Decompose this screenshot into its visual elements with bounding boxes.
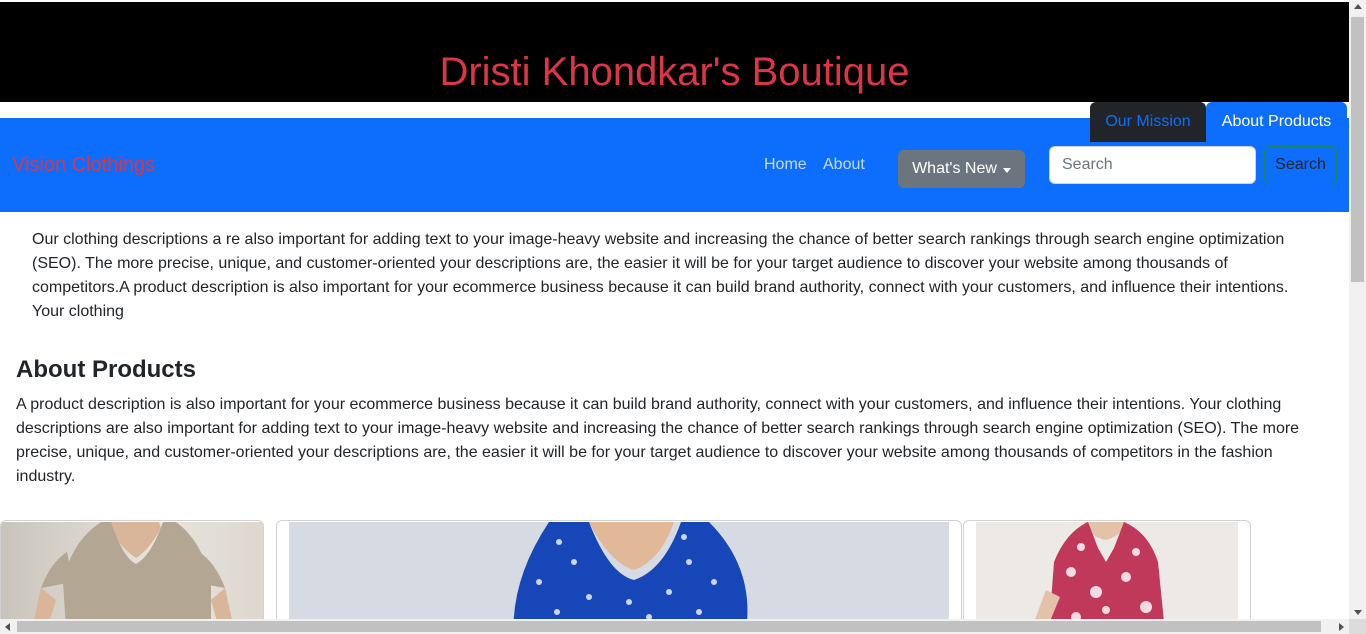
product-card	[276, 520, 962, 619]
page-viewport: Dristi Khondkar's Boutique Vision Clothi…	[0, 0, 1349, 619]
site-title: Dristi Khondkar's Boutique	[439, 50, 910, 94]
product-image-beige-dress	[1, 522, 263, 619]
search-button[interactable]: Search	[1264, 146, 1337, 184]
search-input[interactable]	[1049, 146, 1256, 184]
product-image-blue-dress	[289, 522, 949, 619]
horizontal-scrollbar[interactable]	[0, 619, 1349, 634]
vertical-scrollbar[interactable]	[1349, 0, 1366, 619]
scroll-down-arrow-icon[interactable]	[1354, 610, 1362, 615]
intro-paragraph: Our clothing descriptions a re also impo…	[32, 231, 1289, 320]
product-image-pink-dress	[976, 522, 1238, 619]
tab-our-mission[interactable]: Our Mission	[1090, 102, 1206, 142]
vertical-scrollbar-thumb[interactable]	[1351, 17, 1364, 282]
site-header-banner: Dristi Khondkar's Boutique	[0, 2, 1349, 102]
tab-about-products[interactable]: About Products	[1206, 102, 1347, 142]
scroll-left-arrow-icon[interactable]	[5, 623, 10, 631]
about-products-heading: About Products	[16, 356, 196, 383]
tab-group: Our Mission About Products	[1090, 102, 1347, 142]
about-products-paragraph: A product description is also important …	[16, 396, 1300, 485]
horizontal-scrollbar-thumb[interactable]	[17, 621, 1321, 632]
product-card	[963, 520, 1251, 619]
whats-new-dropdown[interactable]: What's New	[898, 150, 1025, 188]
scroll-right-arrow-icon[interactable]	[1339, 623, 1344, 631]
caret-down-icon	[1002, 167, 1011, 173]
navbar-brand[interactable]: Vision Clothings	[12, 154, 155, 177]
product-card	[0, 520, 264, 619]
whats-new-dropdown-label: What's New	[912, 160, 997, 177]
nav-link-about[interactable]: About	[823, 156, 865, 174]
scroll-up-arrow-icon[interactable]	[1354, 4, 1362, 9]
nav-link-home[interactable]: Home	[764, 156, 807, 174]
scrollbar-corner	[1349, 619, 1366, 634]
